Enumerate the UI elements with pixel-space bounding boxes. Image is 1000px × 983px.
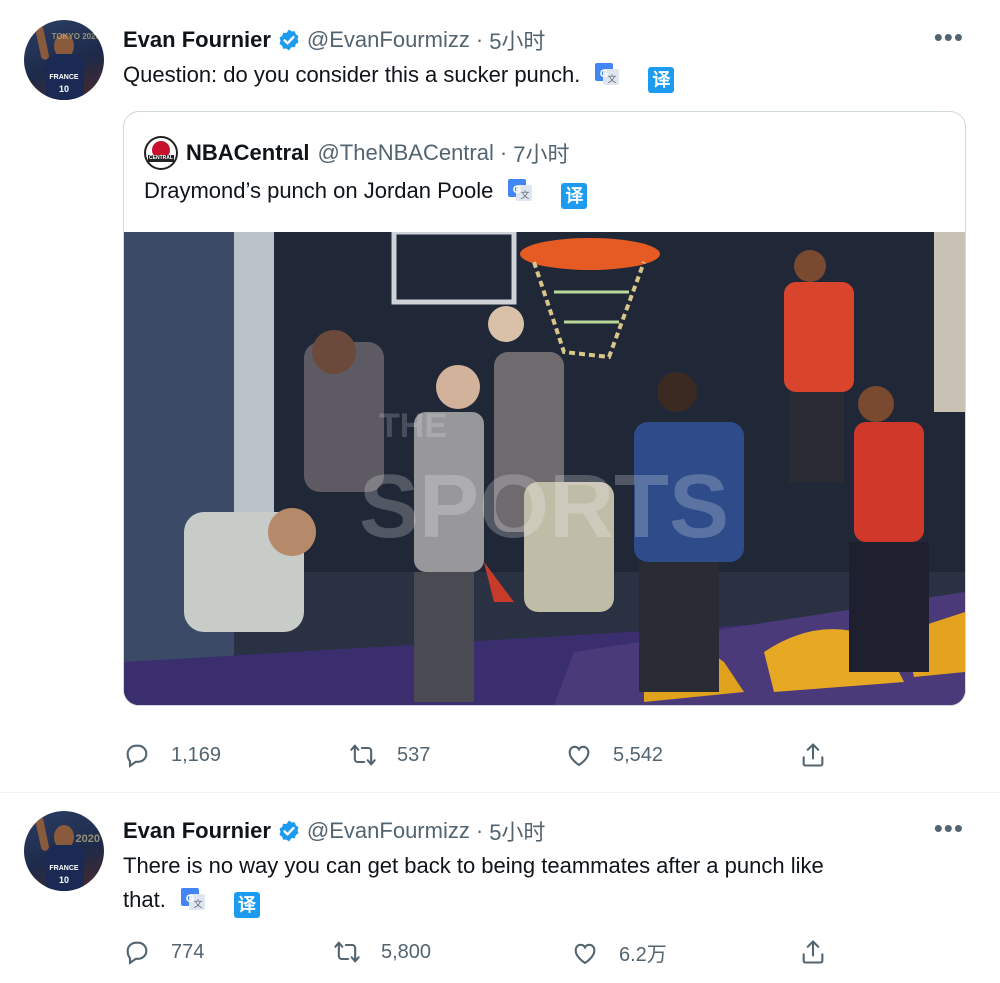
avatar-year-text: TOKYO 2020 <box>51 32 100 41</box>
dot-separator: · <box>475 818 484 843</box>
like-count: 5,542 <box>613 743 664 766</box>
author-name[interactable]: Evan Fournier <box>123 27 271 53</box>
svg-text:文: 文 <box>608 73 617 85</box>
avatar-year-text: 2020 <box>75 833 100 845</box>
nbacentral-logo-avatar[interactable]: CENTRAL <box>144 136 178 170</box>
share-icon <box>802 940 824 964</box>
dot-separator: · <box>475 27 484 52</box>
retweet-icon <box>334 941 360 963</box>
translate-button[interactable]: 译 <box>233 892 260 918</box>
retweet-button[interactable]: 537 <box>349 741 430 769</box>
tweet-text-block: Question: do you consider this a sucker … <box>123 58 943 93</box>
translate-button[interactable]: 译 <box>561 183 588 209</box>
google-translate-icon[interactable]: G文 <box>594 61 620 87</box>
svg-text:文: 文 <box>521 189 530 201</box>
video-frame-image: THE SPORTS <box>124 232 965 705</box>
quoted-tweet-text: Draymond’s punch on Jordan Poole <box>144 178 494 203</box>
author-avatar[interactable]: 2020 FRANCE 10 <box>24 811 104 891</box>
quoted-tweet[interactable]: CENTRAL NBACentral @TheNBACentral · 7小时 … <box>123 111 966 706</box>
google-translate-icon[interactable]: G文 <box>180 886 206 912</box>
tweet-2[interactable]: 2020 FRANCE 10 Evan Fournier @EvanFourmi… <box>0 793 1000 983</box>
tweet-header: Evan Fournier @EvanFourmizz · 5小时 <box>123 24 545 56</box>
tweet-time[interactable]: 5小时 <box>489 24 545 56</box>
like-button[interactable]: 5,542 <box>565 741 663 769</box>
author-name[interactable]: Evan Fournier <box>123 818 271 844</box>
video-watermark-line1: THE <box>379 407 447 445</box>
reply-button[interactable]: 774 <box>123 938 204 966</box>
tweet-header: Evan Fournier @EvanFourmizz · 5小时 <box>123 815 545 847</box>
retweet-count: 5,800 <box>381 940 432 963</box>
translate-button[interactable]: 译 <box>648 67 675 93</box>
more-icon[interactable]: ••• <box>934 22 964 53</box>
avatar-jersey-text: FRANCE <box>49 74 79 81</box>
quoted-author-handle[interactable]: @TheNBACentral <box>317 140 493 166</box>
author-handle[interactable]: @EvanFourmizz <box>307 27 470 53</box>
tweet-actions: 1,169 537 5,542 <box>123 741 843 771</box>
reply-count: 1,169 <box>171 743 222 766</box>
avatar-jersey-text: FRANCE <box>49 865 79 872</box>
like-icon <box>568 745 590 767</box>
quoted-author-name[interactable]: NBACentral <box>186 140 309 166</box>
tweet-text-block: There is no way you can get back to bein… <box>123 849 943 918</box>
quoted-tweet-header: CENTRAL NBACentral @TheNBACentral · 7小时 <box>144 136 569 170</box>
quoted-tweet-time[interactable]: 7小时 <box>513 137 569 169</box>
author-handle[interactable]: @EvanFourmizz <box>307 818 470 844</box>
retweet-count: 537 <box>397 743 431 766</box>
retweet-button[interactable]: 5,800 <box>333 938 431 966</box>
avatar-number-text: 10 <box>58 84 69 94</box>
reply-icon <box>126 941 148 965</box>
retweet-icon <box>350 744 376 766</box>
video-player[interactable]: THE SPORTS <box>124 232 965 705</box>
tweet-actions: 774 5,800 6.2万 <box>123 938 843 968</box>
share-button[interactable] <box>799 938 847 966</box>
dot-separator: · <box>499 140 508 165</box>
verified-badge-icon <box>279 29 299 51</box>
tweet-text: Question: do you consider this a sucker … <box>123 62 581 87</box>
tweet-text-line2: that. <box>123 887 166 912</box>
share-icon <box>802 743 824 767</box>
verified-badge-icon <box>279 820 299 842</box>
video-watermark-line2: SPORTS <box>359 457 729 557</box>
quoted-tweet-text-block: Draymond’s punch on Jordan Poole G 文 译 <box>144 174 588 209</box>
reply-button[interactable]: 1,169 <box>123 741 221 769</box>
tweet-1[interactable]: TOKYO 2020 FRANCE 10 Evan Fournier @Evan… <box>0 0 1000 790</box>
google-translate-icon[interactable]: G文 <box>507 177 533 203</box>
share-button[interactable] <box>799 741 847 769</box>
more-icon[interactable]: ••• <box>934 813 964 844</box>
like-icon <box>574 943 596 964</box>
tweet-time[interactable]: 5小时 <box>489 815 545 847</box>
avatar-number-text: 10 <box>58 875 69 885</box>
like-count: 6.2万 <box>619 944 667 966</box>
like-button[interactable]: 6.2万 <box>571 938 667 967</box>
reply-icon <box>126 744 148 768</box>
tweet-text-line1: There is no way you can get back to bein… <box>123 853 824 878</box>
reply-count: 774 <box>171 940 205 963</box>
logo-text: CENTRAL <box>149 155 173 161</box>
svg-text:文: 文 <box>193 898 202 910</box>
author-avatar[interactable]: TOKYO 2020 FRANCE 10 <box>24 20 104 100</box>
